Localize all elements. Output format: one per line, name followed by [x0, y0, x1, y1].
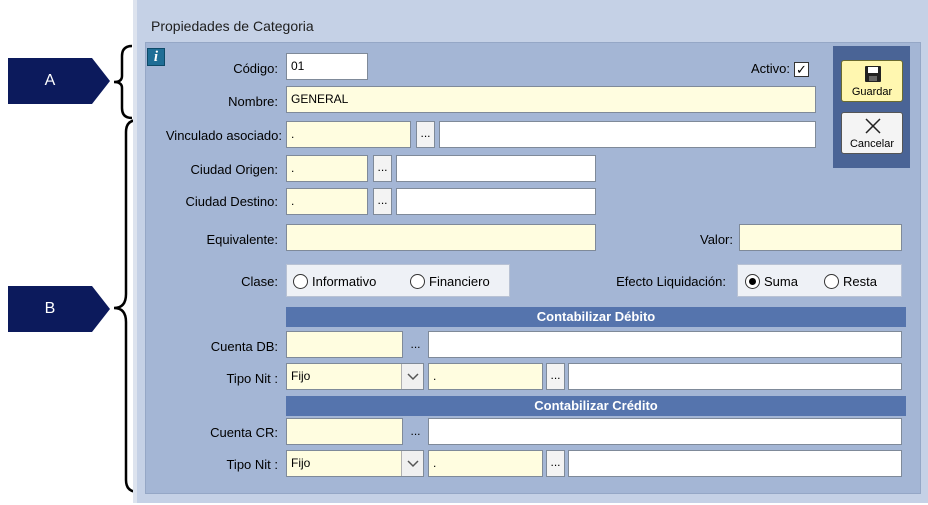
- debito-section-header: Contabilizar Débito: [286, 307, 906, 327]
- clase-label: Clase:: [241, 274, 278, 289]
- cuenta-db-description-field[interactable]: [428, 331, 902, 358]
- save-button[interactable]: Guardar: [841, 60, 903, 102]
- cancel-button[interactable]: Cancelar: [841, 112, 903, 154]
- nit-cr-description-field[interactable]: [568, 450, 902, 477]
- nit-db-description-field[interactable]: [568, 363, 902, 390]
- cuenta-cr-code-field[interactable]: [286, 418, 403, 445]
- equivalente-field[interactable]: [286, 224, 596, 251]
- callout-a: A: [8, 58, 110, 104]
- tipo-nit-db-label: Tipo Nit :: [226, 371, 278, 386]
- tipo-nit-cr-dropdown-arrow[interactable]: [401, 451, 423, 476]
- codigo-label: Código:: [233, 61, 278, 76]
- ciudad-origen-label: Ciudad Origen:: [190, 162, 278, 177]
- callout-b: B: [8, 286, 110, 332]
- save-button-label: Guardar: [851, 86, 893, 98]
- clase-financiero-radio[interactable]: [410, 274, 425, 289]
- vinculado-lookup-button[interactable]: ...: [416, 121, 435, 148]
- efecto-suma-radio[interactable]: [745, 274, 760, 289]
- chevron-down-icon: [407, 373, 419, 381]
- tipo-nit-cr-label: Tipo Nit :: [226, 457, 278, 472]
- clase-informativo-label[interactable]: Informativo: [312, 274, 376, 289]
- cuenta-db-lookup-button[interactable]: ...: [406, 333, 425, 360]
- nit-cr-lookup-button[interactable]: ...: [546, 450, 565, 477]
- nit-db-code-field[interactable]: .: [428, 363, 543, 390]
- ciudad-origen-lookup-button[interactable]: ...: [373, 155, 392, 182]
- vinculado-code-field[interactable]: .: [286, 121, 411, 148]
- cancel-button-label: Cancelar: [849, 138, 895, 150]
- ciudad-destino-code-field[interactable]: .: [286, 188, 368, 215]
- vinculado-label: Vinculado asociado:: [165, 128, 282, 143]
- efecto-radio-group: [737, 264, 902, 297]
- ciudad-destino-label: Ciudad Destino:: [185, 194, 279, 209]
- callout-a-label: A: [44, 72, 56, 89]
- clase-financiero-label[interactable]: Financiero: [429, 274, 490, 289]
- callout-b-label: B: [44, 300, 56, 317]
- efecto-resta-label[interactable]: Resta: [843, 274, 877, 289]
- info-icon[interactable]: i: [147, 48, 165, 66]
- activo-label: Activo:: [750, 61, 790, 76]
- equivalente-label: Equivalente:: [206, 232, 278, 247]
- floppy-disk-icon: [865, 66, 881, 82]
- vinculado-description-field[interactable]: [439, 121, 816, 148]
- ciudad-origen-description-field[interactable]: [396, 155, 596, 182]
- nit-db-lookup-button[interactable]: ...: [546, 363, 565, 390]
- activo-checkbox[interactable]: ✓: [794, 62, 809, 77]
- codigo-field[interactable]: 01: [286, 53, 368, 80]
- ciudad-destino-description-field[interactable]: [396, 188, 596, 215]
- valor-label: Valor:: [700, 232, 733, 247]
- tipo-nit-db-dropdown-arrow[interactable]: [401, 364, 423, 389]
- credito-section-header: Contabilizar Crédito: [286, 396, 906, 416]
- ciudad-origen-code-field[interactable]: .: [286, 155, 368, 182]
- cuenta-db-label: Cuenta DB:: [210, 339, 278, 354]
- close-icon: [865, 118, 881, 134]
- valor-field[interactable]: [739, 224, 902, 251]
- efecto-suma-label[interactable]: Suma: [764, 274, 798, 289]
- cuenta-cr-lookup-button[interactable]: ...: [406, 420, 425, 447]
- cuenta-cr-label: Cuenta CR:: [210, 425, 278, 440]
- nit-cr-code-field[interactable]: .: [428, 450, 543, 477]
- clase-informativo-radio[interactable]: [293, 274, 308, 289]
- nombre-label: Nombre:: [228, 94, 278, 109]
- cuenta-db-code-field[interactable]: [286, 331, 403, 358]
- window-title: Propiedades de Categoria: [151, 18, 314, 34]
- nombre-field[interactable]: GENERAL: [286, 86, 816, 113]
- cuenta-cr-description-field[interactable]: [428, 418, 902, 445]
- chevron-down-icon: [407, 460, 419, 468]
- efecto-resta-radio[interactable]: [824, 274, 839, 289]
- ciudad-destino-lookup-button[interactable]: ...: [373, 188, 392, 215]
- efecto-label: Efecto Liquidación:: [616, 274, 726, 289]
